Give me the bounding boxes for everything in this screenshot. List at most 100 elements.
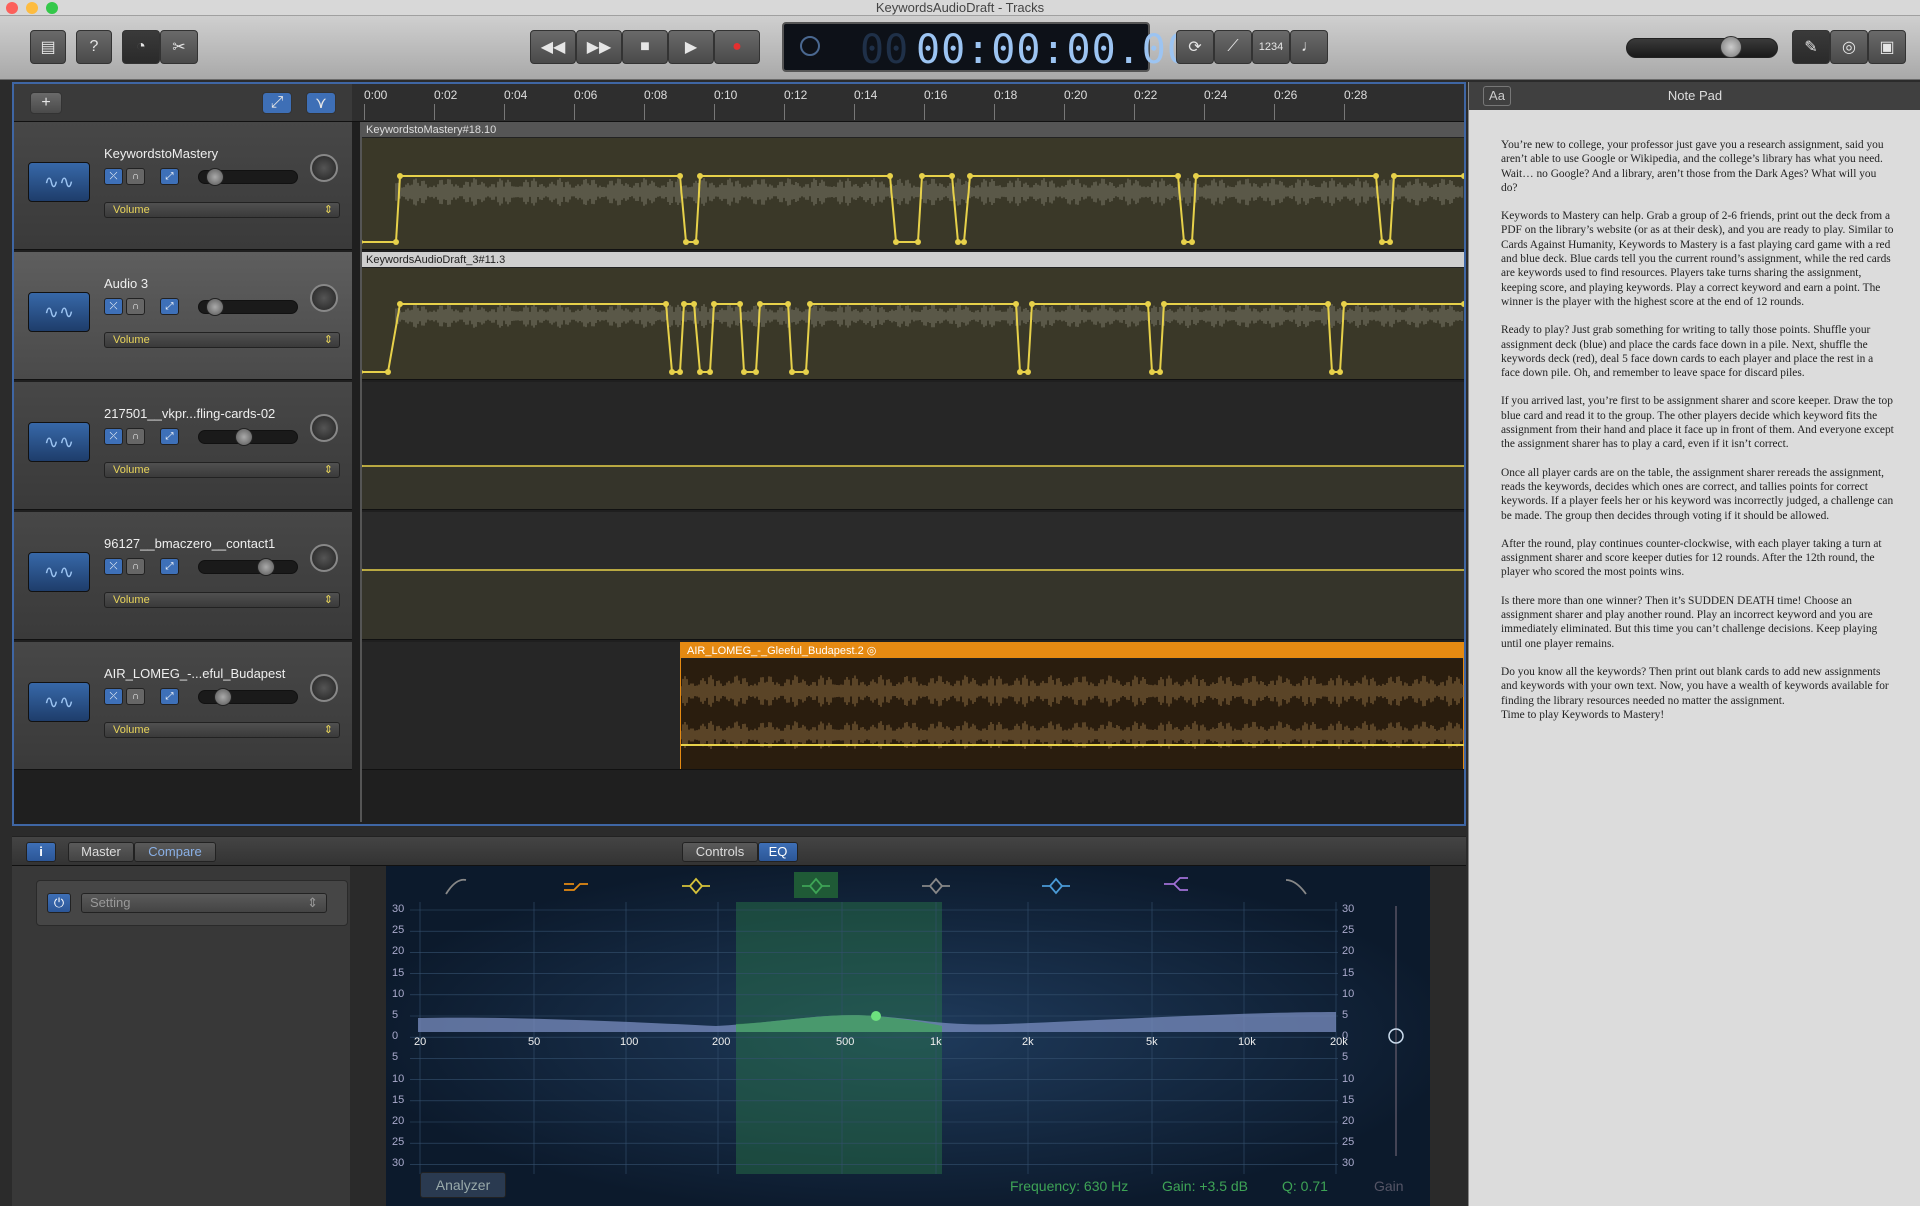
automation-point[interactable]: [1461, 301, 1464, 307]
automation-point[interactable]: [1325, 301, 1331, 307]
automation-parameter-select[interactable]: Volume ⇕: [104, 332, 340, 348]
library-button[interactable]: ▤: [30, 30, 66, 64]
automation-point[interactable]: [1145, 301, 1151, 307]
track-header[interactable]: ∿∿ 96127__bmaczero__contact1 ⤫ ∩ ⤢ Volume ⇕: [14, 512, 352, 640]
automation-point[interactable]: [1341, 301, 1347, 307]
track-name[interactable]: KeywordstoMastery: [104, 146, 218, 161]
automation-point[interactable]: [741, 369, 747, 375]
automation-point[interactable]: [1025, 369, 1031, 375]
metronome-button[interactable]: ♩: [1290, 30, 1328, 64]
eq-band-toggle[interactable]: [445, 878, 467, 895]
track-name[interactable]: AIR_LOMEG_-...eful_Budapest: [104, 666, 285, 681]
tab-controls[interactable]: Controls: [682, 842, 758, 862]
automation-point[interactable]: [1379, 239, 1385, 245]
automation-point[interactable]: [955, 239, 961, 245]
editors-button[interactable]: ✂: [160, 30, 198, 64]
track-header[interactable]: ∿∿ Audio 3 ⤫ ∩ ⤢ Volume ⇕: [14, 252, 352, 380]
track-volume-knob[interactable]: [206, 298, 224, 316]
pan-knob[interactable]: [310, 284, 338, 312]
automation-point[interactable]: [737, 301, 743, 307]
audio-region[interactable]: KeywordstoMastery#18.10: [360, 122, 1464, 249]
mute-button[interactable]: ⤫: [104, 298, 123, 315]
info-button[interactable]: i: [26, 842, 56, 862]
track-volume-knob[interactable]: [257, 558, 275, 576]
automation-point[interactable]: [1193, 173, 1199, 179]
automation-point[interactable]: [691, 301, 697, 307]
automation-point[interactable]: [397, 301, 403, 307]
automation-point[interactable]: [1149, 369, 1155, 375]
pan-knob[interactable]: [310, 414, 338, 442]
solo-button[interactable]: ∩: [126, 688, 145, 705]
analyzer-button[interactable]: Analyzer: [420, 1172, 506, 1198]
automation-point[interactable]: [919, 173, 925, 179]
add-track-button[interactable]: +: [30, 92, 62, 114]
automation-point[interactable]: [1013, 301, 1019, 307]
mute-button[interactable]: ⤫: [104, 558, 123, 575]
eq-band-toggle[interactable]: [1285, 879, 1307, 895]
track-automation-button[interactable]: ⤢: [160, 558, 179, 575]
stop-button[interactable]: ■: [622, 30, 668, 64]
automation-line[interactable]: [360, 382, 1464, 510]
automation-point[interactable]: [707, 369, 713, 375]
track-volume-knob[interactable]: [206, 168, 224, 186]
eq-band-handle[interactable]: [871, 1011, 881, 1021]
automation-point[interactable]: [385, 369, 391, 375]
automation-point[interactable]: [711, 301, 717, 307]
automation-point[interactable]: [1387, 239, 1393, 245]
automation-point[interactable]: [1189, 239, 1195, 245]
track-automation-button[interactable]: ⤢: [160, 428, 179, 445]
solo-button[interactable]: ∩: [126, 168, 145, 185]
eq-band-toggle[interactable]: [1042, 877, 1070, 895]
automation-point[interactable]: [967, 173, 973, 179]
automation-point[interactable]: [393, 239, 399, 245]
playhead[interactable]: [360, 122, 362, 822]
automation-point[interactable]: [893, 239, 899, 245]
automation-point[interactable]: [949, 173, 955, 179]
track-header[interactable]: ∿∿ 217501__vkpr...fling-cards-02 ⤫ ∩ ⤢ Volume…: [14, 382, 352, 510]
track-automation-button[interactable]: ⤢: [160, 298, 179, 315]
automation-point[interactable]: [807, 301, 813, 307]
automation-point[interactable]: [663, 301, 669, 307]
track-name[interactable]: Audio 3: [104, 276, 148, 291]
record-button[interactable]: ●: [714, 30, 760, 64]
eq-band-toggle[interactable]: [1164, 877, 1188, 891]
font-button[interactable]: Aa: [1483, 86, 1511, 106]
track-lane[interactable]: [360, 512, 1464, 640]
track-volume-knob[interactable]: [235, 428, 253, 446]
automation-point[interactable]: [1337, 369, 1343, 375]
automation-line[interactable]: [360, 512, 1464, 640]
master-volume-slider[interactable]: [1626, 38, 1778, 58]
automation-point[interactable]: [1373, 173, 1379, 179]
audio-region[interactable]: AIR_LOMEG_-_Gleeful_Budapest.2 ◎: [680, 642, 1464, 769]
close-window-icon[interactable]: [6, 2, 18, 14]
automation-point[interactable]: [677, 369, 683, 375]
rewind-button[interactable]: ◀◀: [530, 30, 576, 64]
fast-forward-button[interactable]: ▶▶: [576, 30, 622, 64]
loop-browser-button[interactable]: ◎: [1830, 30, 1868, 64]
cycle-button[interactable]: ⟳: [1176, 30, 1214, 64]
automation-point[interactable]: [697, 173, 703, 179]
eq-graph[interactable]: 30 30 25 25 20 20 15 15 10 10 5 5 0 0 5 5 10 10 15 15 20 20 25…: [386, 866, 1430, 1206]
filter-button[interactable]: ⋎: [306, 92, 336, 114]
automation-point[interactable]: [1017, 369, 1023, 375]
mute-button[interactable]: ⤫: [104, 428, 123, 445]
automation-point[interactable]: [1157, 369, 1163, 375]
automation-point[interactable]: [693, 239, 699, 245]
eq-curve-svg[interactable]: [386, 866, 1430, 1206]
automation-point[interactable]: [1461, 173, 1464, 179]
notepad-button[interactable]: ✎: [1792, 30, 1830, 64]
solo-button[interactable]: ∩: [126, 558, 145, 575]
track-name[interactable]: 217501__vkpr...fling-cards-02: [104, 406, 275, 421]
timeline-ruler[interactable]: 0:00 0:02 0:04 0:06 0:08 0:10 0:12 0:14 0:16 0:18…: [352, 84, 1464, 122]
automation-parameter-select[interactable]: Volume ⇕: [104, 592, 340, 608]
track-lane[interactable]: AIR_LOMEG_-_Gleeful_Budapest.2 ◎: [360, 642, 1464, 770]
automation-parameter-select[interactable]: Volume ⇕: [104, 462, 340, 478]
track-lane[interactable]: KeywordsAudioDraft_3#11.3: [360, 252, 1464, 380]
automation-point[interactable]: [757, 301, 763, 307]
power-button[interactable]: ⏻: [47, 893, 71, 913]
track-automation-button[interactable]: ⤢: [160, 688, 179, 705]
automation-point[interactable]: [397, 173, 403, 179]
automation-point[interactable]: [677, 173, 683, 179]
eq-band-toggle[interactable]: [564, 883, 588, 891]
media-browser-button[interactable]: ▣: [1868, 30, 1906, 64]
